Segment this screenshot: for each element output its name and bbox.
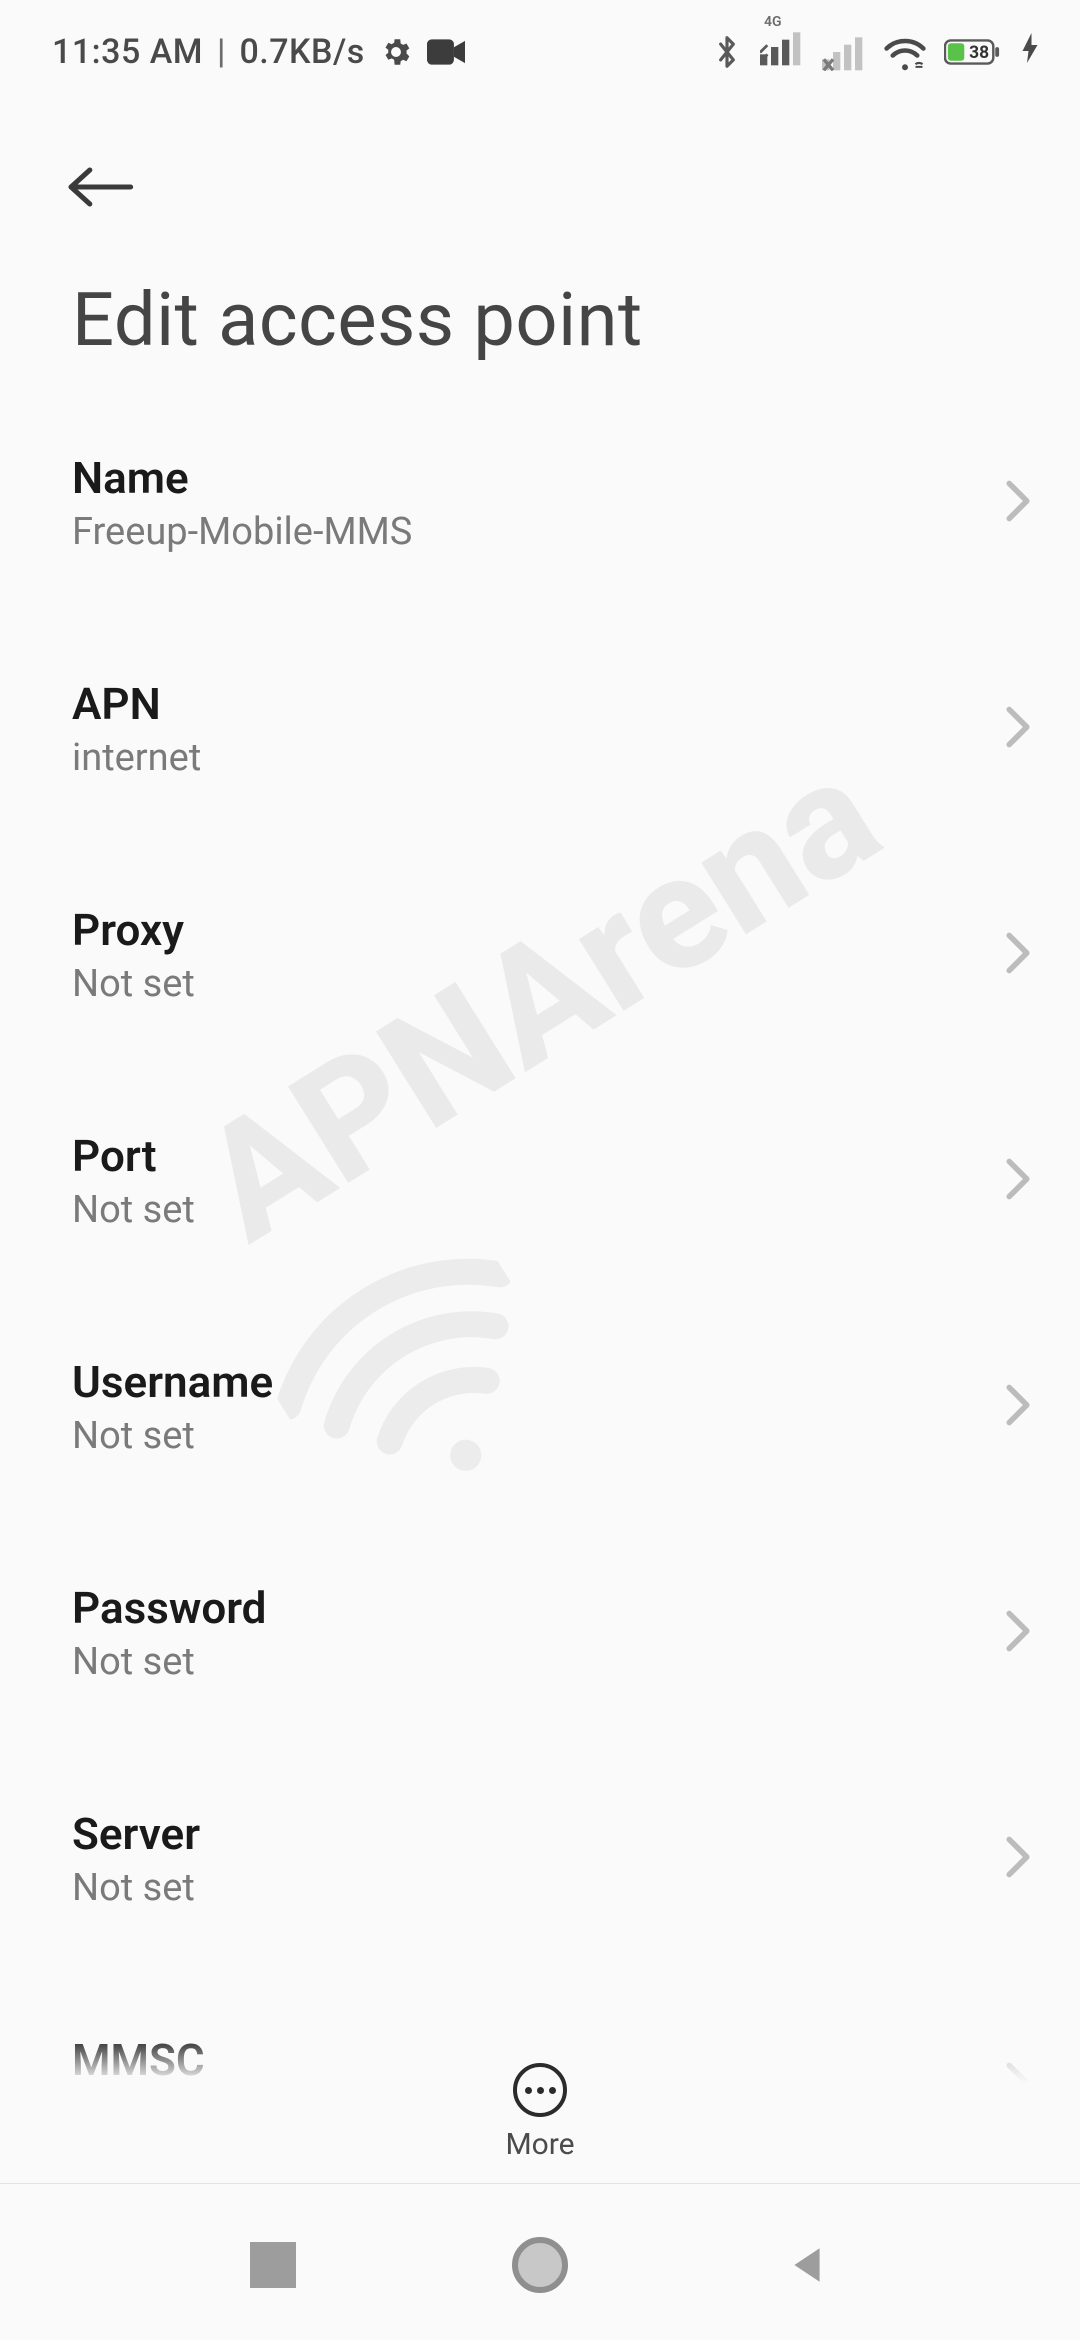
more-button[interactable] (513, 2063, 567, 2117)
more-dots-icon (525, 2087, 556, 2094)
row-value: Not set (72, 1866, 1008, 1910)
battery-percent-text: 38 (969, 42, 989, 62)
row-value: internet (72, 736, 1008, 780)
status-separator: | (217, 32, 225, 72)
settings-list: Name Freeup-Mobile-MMS APN internet Prox… (0, 412, 1080, 2152)
status-time: 11:35 AM (52, 32, 203, 72)
row-username[interactable]: Username Not set (0, 1316, 1080, 1498)
row-title: Password (72, 1582, 1008, 1634)
row-value: Freeup-Mobile-MMS (72, 510, 1008, 554)
chevron-right-icon (1004, 1609, 1032, 1657)
nav-back-button[interactable] (771, 2229, 843, 2301)
row-port[interactable]: Port Not set (0, 1090, 1080, 1272)
row-title: Proxy (72, 904, 1008, 956)
row-proxy[interactable]: Proxy Not set (0, 864, 1080, 1046)
gear-icon (379, 35, 413, 69)
chevron-right-icon (1004, 1383, 1032, 1431)
row-server[interactable]: Server Not set (0, 1768, 1080, 1950)
bluetooth-icon (712, 33, 742, 71)
chevron-right-icon (1004, 479, 1032, 527)
row-apn[interactable]: APN internet (0, 638, 1080, 820)
divider (0, 2183, 1080, 2184)
camera-icon (427, 38, 465, 66)
status-net-speed: 0.7KB/s (239, 32, 364, 72)
chevron-right-icon (1004, 1835, 1032, 1883)
row-title: APN (72, 678, 1008, 730)
circle-icon (512, 2237, 568, 2293)
more-label: More (505, 2127, 574, 2162)
chevron-right-icon (1004, 931, 1032, 979)
row-value: Not set (72, 1640, 1008, 1684)
row-title: Server (72, 1808, 1008, 1860)
row-title: Port (72, 1130, 1008, 1182)
page-title: Edit access point (0, 223, 1080, 412)
nav-recent-button[interactable] (237, 2229, 309, 2301)
row-name[interactable]: Name Freeup-Mobile-MMS (0, 412, 1080, 594)
navigation-bar (0, 2190, 1080, 2340)
signal-4g-label: 4G (764, 14, 782, 30)
row-value: Not set (72, 962, 1008, 1006)
row-value: Not set (72, 1188, 1008, 1232)
signal-sim2 (822, 33, 866, 71)
status-bar: 11:35 AM | 0.7KB/s 4G (0, 0, 1080, 103)
row-password[interactable]: Password Not set (0, 1542, 1080, 1724)
nav-home-button[interactable] (504, 2229, 576, 2301)
triangle-back-icon (786, 2244, 828, 2286)
row-value: Not set (72, 1414, 1008, 1458)
signal-sim1: 4G (760, 28, 804, 75)
wifi-icon (884, 33, 926, 71)
row-title: Username (72, 1356, 1008, 1408)
back-button[interactable] (64, 151, 136, 223)
row-title: Name (72, 452, 1008, 504)
battery-icon: 38 (944, 36, 1002, 68)
charging-icon (1022, 32, 1038, 72)
chevron-right-icon (1004, 1157, 1032, 1205)
chevron-right-icon (1004, 705, 1032, 753)
square-icon (250, 2242, 296, 2288)
